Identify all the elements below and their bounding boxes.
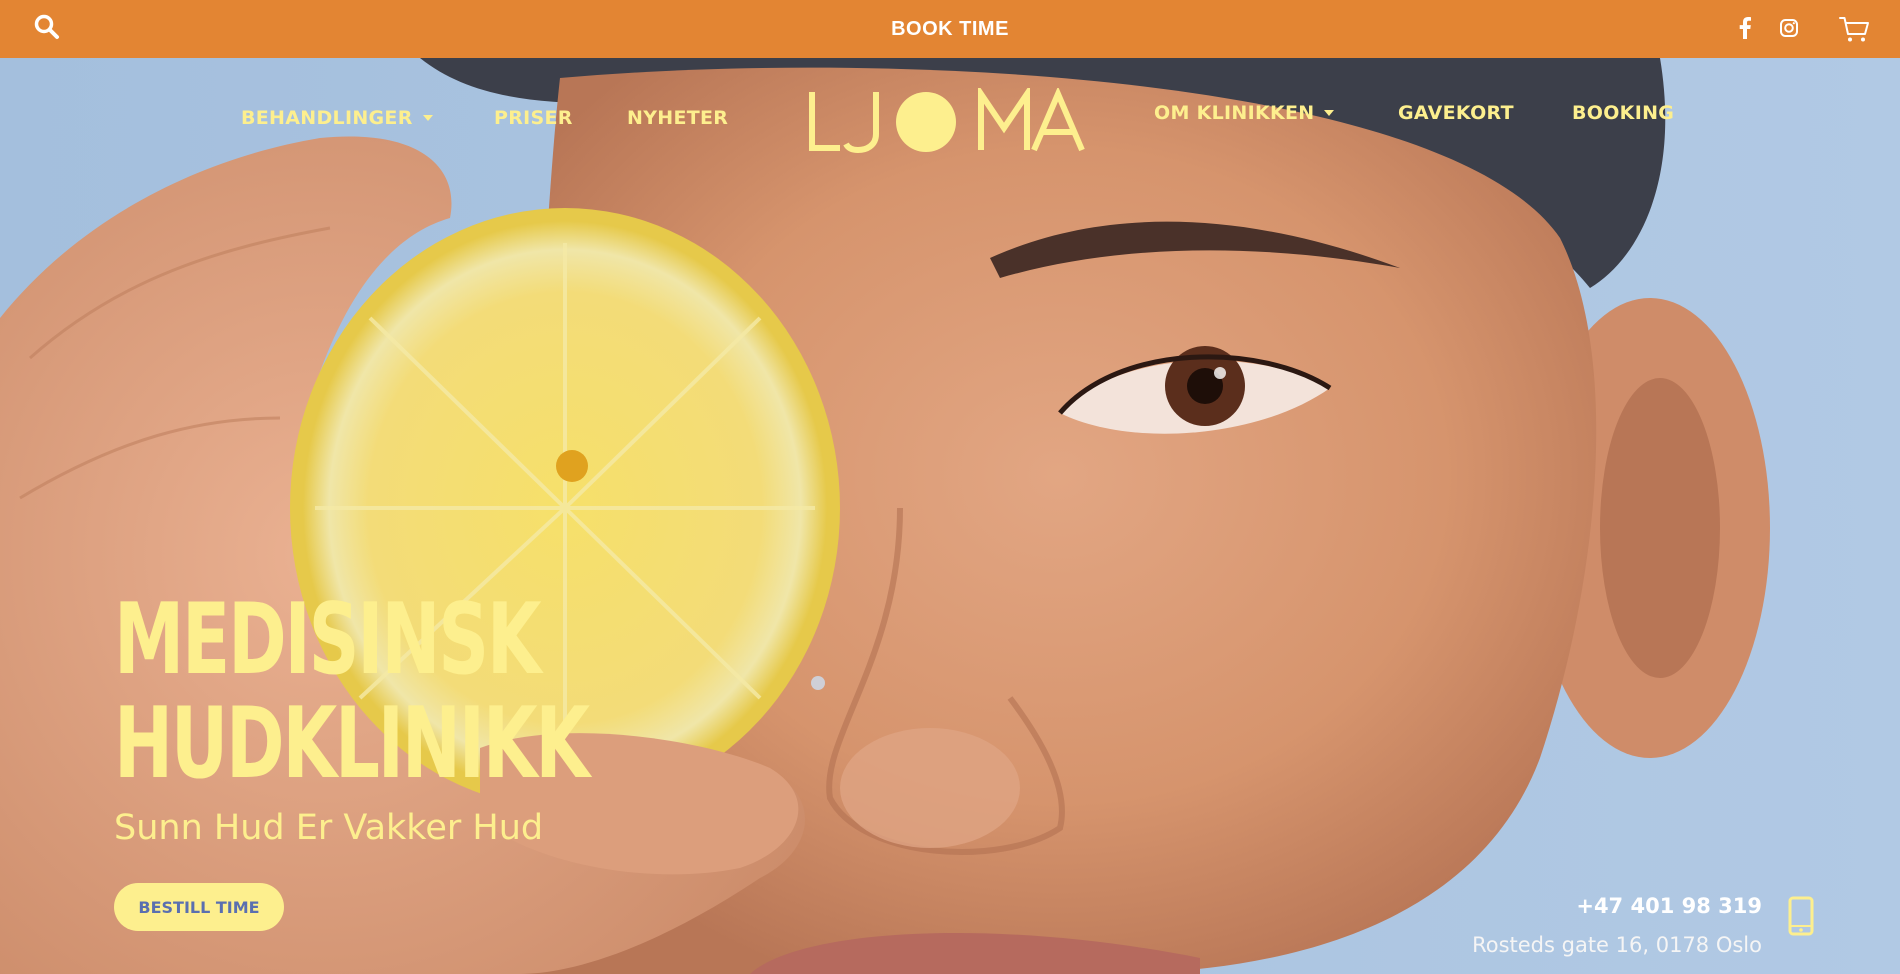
nav-label: BEHANDLINGER (241, 107, 413, 129)
nav-behandlinger[interactable]: BEHANDLINGER (241, 107, 433, 129)
hero-subheadline: Sunn Hud Er Vakker Hud (114, 808, 544, 848)
hero-headline: MEDISINSK HUDKLINIKK (114, 583, 590, 801)
clinic-address: Rosteds gate 16, 0178 Oslo (1472, 933, 1762, 957)
nav-label: GAVEKORT (1398, 102, 1514, 124)
chevron-down-icon (422, 115, 433, 121)
chevron-down-icon (1324, 110, 1335, 116)
search-icon[interactable] (34, 14, 60, 40)
nav-booking[interactable]: BOOKING (1572, 102, 1674, 124)
mobile-phone-icon[interactable] (1788, 896, 1814, 936)
nav-label: OM KLINIKKEN (1154, 102, 1315, 124)
nav-label: BOOKING (1572, 102, 1675, 124)
nav-nyheter[interactable]: NYHETER (627, 107, 728, 129)
nav-gavekort[interactable]: GAVEKORT (1398, 102, 1514, 124)
book-time-link[interactable]: BOOK TIME (891, 18, 1009, 41)
nav-om-klinikken[interactable]: OM KLINIKKEN (1154, 102, 1335, 124)
nav-priser[interactable]: PRISER (494, 107, 573, 129)
nav-label: NYHETER (627, 107, 729, 129)
headline-line-1: MEDISINSK (114, 583, 542, 697)
headline-line-2: HUDKLINIKK (114, 687, 590, 801)
instagram-icon[interactable] (1778, 17, 1800, 39)
facebook-icon[interactable] (1734, 17, 1756, 39)
phone-number[interactable]: +47 401 98 319 (1576, 894, 1762, 918)
social-links (1734, 17, 1800, 39)
nav-label: PRISER (494, 107, 573, 129)
ljoma-logo[interactable] (806, 88, 1086, 154)
cart-icon[interactable] (1838, 14, 1870, 44)
top-bar: BOOK TIME (0, 0, 1900, 58)
bestill-time-button[interactable]: BESTILL TIME (114, 883, 284, 931)
